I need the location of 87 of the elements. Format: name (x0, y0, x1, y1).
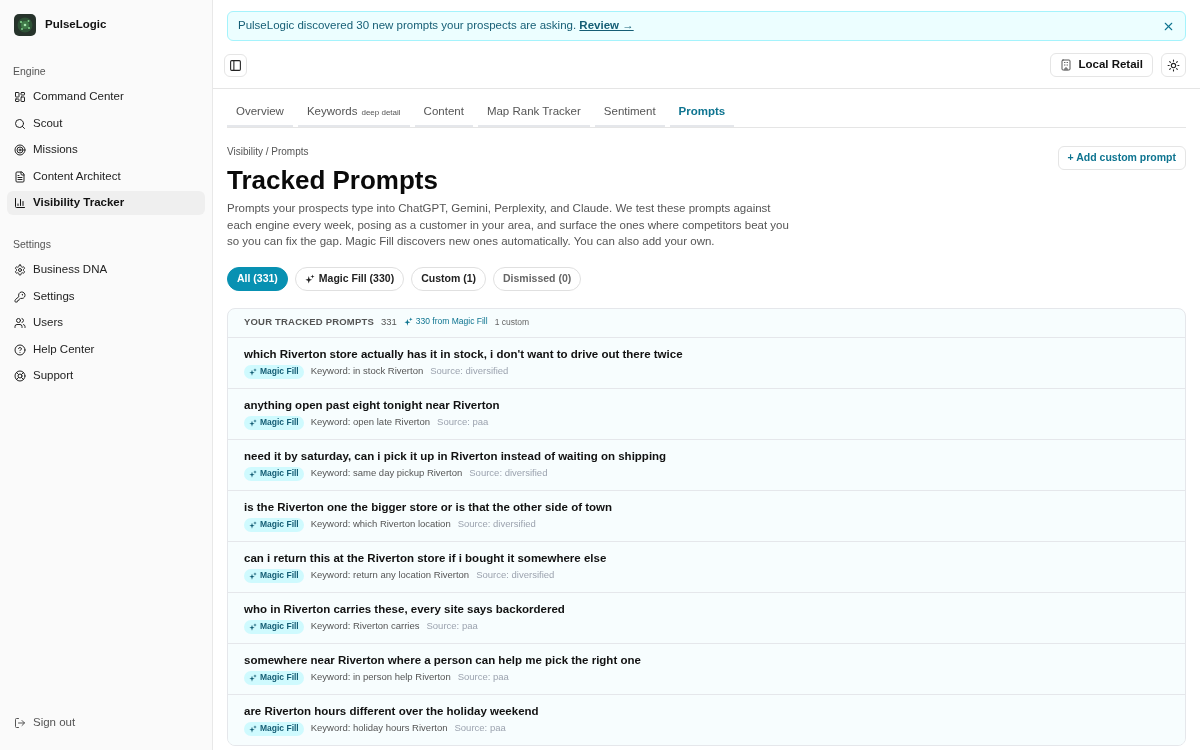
prompt-text: which Riverton store actually has it in stock, i don't want to drive out there twice (244, 346, 684, 361)
prompt-text: who in Riverton carries these, every site says backordered (244, 601, 566, 616)
source-text: Source: diversified (476, 568, 555, 583)
tab[interactable]: Prompts (669, 99, 735, 127)
dashboard-icon (14, 91, 26, 103)
filter-chip[interactable]: Magic Fill (330) (294, 266, 405, 291)
logo-icon (14, 14, 36, 36)
sun-icon (1167, 58, 1180, 72)
tab[interactable]: Overview (227, 99, 293, 127)
nav-item[interactable]: Support (7, 364, 205, 388)
tag-label: Magic Fill (260, 569, 299, 582)
prompt-text: somewhere near Riverton where a person can help me pick the right one (244, 652, 642, 667)
list-heading: YOUR TRACKED PROMPTS (244, 315, 374, 330)
tab[interactable]: Content (414, 99, 473, 127)
page-description: Prompts your prospects type into ChatGPT, Gemini, Perplexity, and Claude. We test these prompts against each engine every week, posing as a customer in your area, and surface the ones where competitors beat you so you can fix the gap. Magic Fill discovers new ones automatically. You can also add your own. (227, 201, 790, 249)
prompt-count: 331 (380, 315, 397, 330)
prompt-text: can i return this at the Riverton store if i bought it somewhere else (244, 550, 608, 565)
sign-out-link[interactable]: Sign out (7, 711, 205, 735)
prompt-row[interactable]: are Riverton hours different over the holiday weekend Magic Fill Keyword: holiday hours Riverton Source: paa (228, 693, 1185, 745)
document-icon (14, 170, 26, 183)
users-icon (14, 317, 26, 329)
source-text: Source: paa (426, 619, 478, 634)
building-icon (1060, 59, 1073, 71)
nav-item[interactable]: Settings (7, 284, 205, 309)
banner-message: PulseLogic discovered 30 new prompts your prospects are asking. Review → (238, 18, 634, 34)
tab[interactable]: Keywords deep detail (297, 99, 410, 127)
tag-label: Magic Fill (260, 467, 299, 480)
section-label: Settings (12, 237, 52, 251)
bar-chart-icon (14, 197, 26, 209)
sign-out-icon (14, 717, 26, 729)
filter-chip[interactable]: Custom (1) (411, 266, 486, 291)
nav-item[interactable]: Help Center (7, 337, 205, 362)
help-icon (14, 343, 26, 356)
filter-chip[interactable]: Dismissed (0) (493, 266, 582, 291)
tag-label: Magic Fill (260, 620, 299, 633)
source-text: Source: diversified (457, 517, 536, 532)
tag-label: Magic Fill (260, 416, 299, 429)
nav-item[interactable]: Command Center (7, 85, 205, 109)
tag-label: Magic Fill (260, 671, 299, 684)
tab[interactable]: Sentiment (594, 99, 665, 127)
workspace-button[interactable]: Local Retail (1050, 53, 1153, 77)
breadcrumb: Visibility / Prompts (227, 146, 310, 158)
target-icon (14, 144, 26, 156)
keyword-text: Keyword: in stock Riverton (310, 364, 424, 379)
tag-label: Magic Fill (260, 518, 299, 531)
keyword-text: Keyword: which Riverton location (310, 517, 451, 532)
tag-label: Magic Fill (260, 722, 299, 735)
prompt-text: anything open past eight tonight near Riverton (244, 397, 501, 412)
review-link[interactable]: Review → (579, 19, 634, 32)
theme-toggle-button[interactable] (1161, 53, 1186, 77)
prompt-text: are Riverton hours different over the holiday weekend (244, 703, 540, 718)
keyword-text: Keyword: holiday hours Riverton (310, 721, 448, 736)
keyword-text: Keyword: return any location Riverton (310, 568, 470, 583)
custom-count: 1 custom (494, 316, 530, 329)
gear-icon (14, 264, 26, 276)
nav-item[interactable]: Scout (7, 111, 205, 136)
sparkle-icon (304, 273, 315, 284)
key-icon (14, 290, 26, 303)
prompt-text: need it by saturday, can i pick it up in Riverton instead of waiting on shipping (244, 448, 668, 463)
brand-name: PulseLogic (45, 17, 107, 33)
nav-item[interactable]: Users (7, 311, 205, 335)
nav-item[interactable]: Visibility Tracker (7, 191, 205, 215)
prompt-text: is the Riverton one the bigger store or is that the other side of town (244, 499, 614, 514)
source-text: Source: diversified (430, 364, 509, 379)
keyword-text: Keyword: same day pickup Riverton (310, 466, 463, 481)
nav-item[interactable]: Missions (7, 138, 205, 162)
lifebuoy-icon (14, 370, 26, 382)
page-title: Tracked Prompts (227, 164, 439, 197)
filter-chip[interactable]: All (331) (227, 266, 288, 291)
section-label: Engine (12, 64, 47, 78)
sidebar-panel-icon (229, 58, 242, 72)
source-text: Source: paa (437, 415, 489, 430)
keyword-text: Keyword: open late Riverton (310, 415, 431, 430)
nav-item[interactable]: Content Architect (7, 164, 205, 189)
source-text: Source: paa (454, 721, 506, 736)
sparkle-icon (403, 316, 413, 326)
magic-fill-count: 330 from Magic Fill (415, 314, 488, 328)
tab[interactable]: Map Rank Tracker (477, 99, 590, 127)
tag-label: Magic Fill (260, 365, 299, 378)
keyword-text: Keyword: in person help Riverton (310, 670, 451, 685)
add-custom-prompt-button[interactable]: + Add custom prompt (1057, 146, 1186, 170)
search-icon (14, 117, 26, 130)
source-text: Source: paa (457, 670, 509, 685)
sidebar-toggle-button[interactable] (224, 53, 247, 77)
nav-item[interactable]: Business DNA (7, 258, 205, 282)
source-text: Source: diversified (469, 466, 548, 481)
keyword-text: Keyword: Riverton carries (310, 619, 420, 634)
